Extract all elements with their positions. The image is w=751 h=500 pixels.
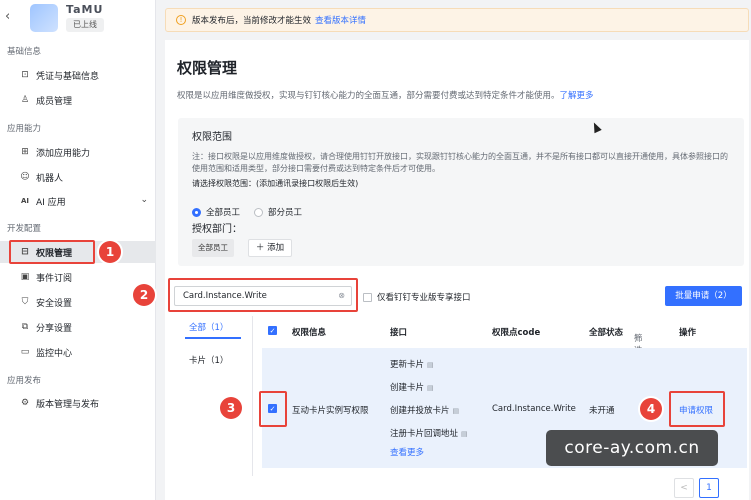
step-badge-4: 4: [640, 398, 662, 420]
api-item[interactable]: 更新卡片 ▤: [390, 358, 434, 370]
version-icon: ⚙: [20, 398, 30, 408]
radio-all-employees[interactable]: [192, 207, 201, 217]
permission-code: Card.Instance.Write: [492, 404, 576, 414]
scope-radio-group: 全部员工 部分员工: [192, 206, 302, 218]
monitor-icon: ▭: [20, 347, 30, 357]
dept-tag: 全部员工: [192, 239, 234, 257]
step-badge-2: 2: [133, 284, 155, 306]
category-all[interactable]: 全部（1）: [189, 321, 228, 333]
api-item[interactable]: 创建并投放卡片 ▤: [390, 404, 459, 416]
only-pro-checkbox[interactable]: [363, 292, 372, 302]
sidebar-item-robot[interactable]: ☺ 机器人: [0, 166, 156, 188]
header-state: 全部状态: [589, 328, 624, 338]
back-arrow-icon[interactable]: ‹: [5, 10, 17, 24]
highlight-row-checkbox: [259, 391, 287, 427]
sidebar-item-members[interactable]: ♙ 成员管理: [0, 89, 156, 111]
sidebar-item-ai-app[interactable]: AI AI 应用 ⌄: [0, 190, 156, 212]
dept-label: 授权部门：: [192, 224, 242, 235]
sidebar-item-share[interactable]: ⧉ 分享设置: [0, 316, 156, 338]
version-detail-link[interactable]: 查看版本详情: [315, 14, 366, 26]
category-active-indicator: [185, 337, 241, 339]
highlight-permissions: [9, 240, 95, 264]
sidebar-item-add-capability[interactable]: ⊞ 添加应用能力: [0, 141, 156, 163]
group-dev: 开发配置: [7, 224, 42, 234]
pager-page-button[interactable]: 1: [699, 478, 719, 498]
select-all-checkbox[interactable]: ✓: [268, 326, 277, 335]
permission-scope-box: 权限范围 注：接口权限是以应用维度做授权，请合理使用钉钉开放接口，实现跟钉钉核心…: [178, 118, 744, 266]
step-badge-3: 3: [220, 397, 242, 419]
sidebar-header: ‹ TaMU 已上线: [0, 0, 156, 40]
doc-icon: ▤: [427, 384, 434, 392]
sidebar-item-monitor[interactable]: ▭ 监控中心: [0, 341, 156, 363]
share-icon: ⧉: [21, 322, 29, 332]
sidebar-item-versions[interactable]: ⚙ 版本管理与发布: [0, 392, 156, 414]
doc-icon: ▤: [461, 430, 468, 438]
credential-icon: ⊡: [21, 70, 29, 80]
search-icon: ⌕: [634, 332, 639, 342]
scope-choose-label: 请选择权限范围：(添加通讯录接口权限后生效): [192, 179, 359, 188]
learn-more-link[interactable]: 了解更多: [560, 91, 594, 101]
ai-icon: AI: [20, 197, 30, 205]
chevron-down-icon: ⌄: [140, 195, 148, 205]
status-badge: 已上线: [66, 18, 104, 32]
permission-name: 互动卡片实例写权限: [292, 406, 369, 416]
watermark: core-ay.com.cn: [546, 430, 718, 466]
doc-icon: ▤: [452, 407, 460, 415]
add-dept-button[interactable]: ＋ 添加: [248, 239, 292, 257]
view-more-link[interactable]: 查看更多: [390, 446, 424, 458]
grid-icon: ⊞: [21, 147, 29, 157]
notice-text: 版本发布后，当前修改才能生效: [192, 16, 312, 26]
warning-icon: !: [176, 15, 186, 25]
api-item[interactable]: 创建卡片 ▤: [390, 381, 434, 393]
header-api: 接口: [390, 328, 408, 338]
release-notice: ! 版本发布后，当前修改才能生效 查看版本详情: [165, 8, 749, 32]
page-description: 权限是以应用维度做授权，实现与钉钉核心能力的全面互通，部分需要付费或达到特定条件…: [177, 91, 594, 101]
header-action: 操作: [679, 328, 697, 338]
sidebar-item-credentials[interactable]: ⊡ 凭证与基础信息: [0, 64, 156, 86]
group-release: 应用发布: [7, 376, 42, 386]
api-item[interactable]: 注册卡片回调地址 ▤: [390, 427, 468, 439]
page-title: 权限管理: [177, 59, 238, 77]
header-code: 权限点code: [492, 328, 541, 338]
radio-partial-employees[interactable]: [254, 207, 264, 217]
scope-note: 注：接口权限是以应用维度做授权，请合理使用钉钉开放接口，实现跟钉钉核心能力的全面…: [192, 152, 728, 173]
group-basic: 基础信息: [7, 47, 42, 57]
batch-apply-button[interactable]: 批量申请（2）: [665, 286, 742, 306]
event-icon: ▣: [20, 272, 30, 282]
category-card[interactable]: 卡片（1）: [189, 354, 228, 366]
category-divider: [252, 316, 253, 476]
step-badge-1: 1: [99, 241, 121, 263]
highlight-search: [168, 278, 358, 312]
scope-title: 权限范围: [192, 132, 232, 143]
pager-prev-button[interactable]: <: [674, 478, 694, 498]
sidebar-item-events[interactable]: ▣ 事件订阅: [0, 266, 156, 288]
only-pro-filter[interactable]: 仅看钉钉专业版专享接口: [363, 291, 471, 303]
group-capability: 应用能力: [7, 124, 42, 134]
doc-icon: ▤: [427, 361, 434, 369]
app-logo: [30, 4, 58, 32]
user-icon: ♙: [20, 95, 30, 105]
highlight-apply: [669, 391, 725, 427]
table-header: ✓ 权限信息 接口 权限点code 全部状态 筛选 ⌕ 操作: [268, 326, 697, 356]
shield-icon: ⛉: [21, 297, 29, 307]
header-info: 权限信息: [292, 328, 327, 338]
robot-icon: ☺: [20, 172, 30, 182]
app-name: TaMU: [66, 3, 104, 16]
permission-state: 未开通: [589, 406, 615, 416]
